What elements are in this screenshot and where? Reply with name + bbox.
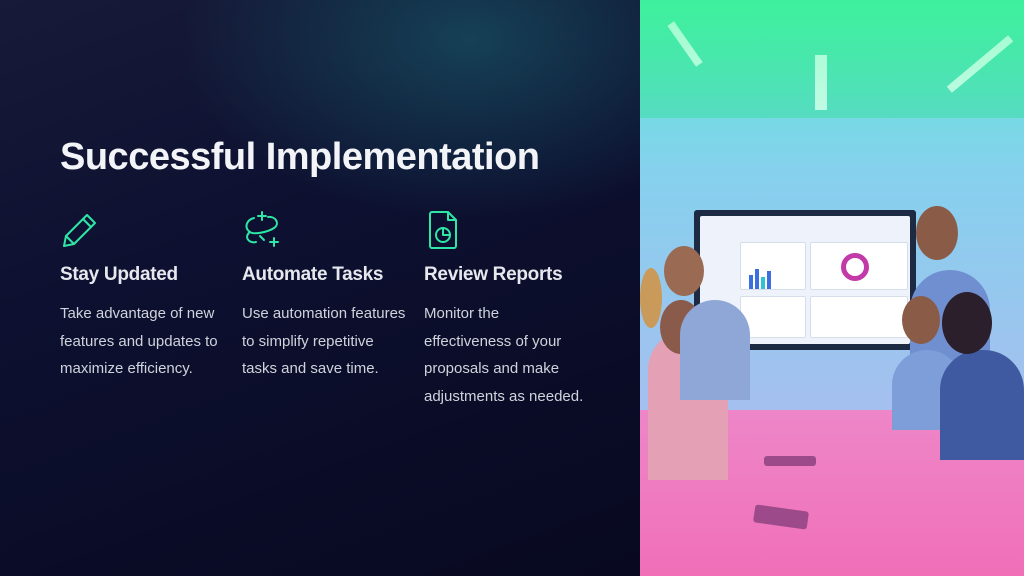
feature-description: Use automation features to simplify repe… bbox=[242, 305, 406, 377]
person bbox=[640, 268, 662, 328]
feature-review-reports: Review Reports Monitor the effectiveness… bbox=[424, 210, 589, 410]
presentation-slide: Successful Implementation Stay Updated T… bbox=[0, 0, 1024, 576]
feature-description: Take advantage of new features and updat… bbox=[60, 305, 218, 377]
report-document-icon bbox=[429, 211, 457, 249]
team-meeting-photo bbox=[640, 0, 1024, 576]
person bbox=[942, 292, 992, 354]
feature-description: Monitor the effectiveness of your propos… bbox=[424, 305, 584, 405]
feature-automate-tasks: Automate Tasks Use automation features t… bbox=[242, 210, 407, 383]
phone bbox=[764, 456, 816, 466]
feature-heading: Review Reports bbox=[424, 264, 563, 285]
sparkle-automation-icon bbox=[245, 211, 279, 247]
feature-heading: Stay Updated bbox=[60, 264, 178, 285]
feature-stay-updated: Stay Updated Take advantage of new featu… bbox=[60, 210, 225, 383]
person bbox=[664, 246, 704, 296]
person bbox=[902, 296, 940, 344]
content-panel: Successful Implementation Stay Updated T… bbox=[0, 0, 640, 576]
slide-title: Successful Implementation bbox=[60, 136, 540, 178]
person bbox=[916, 206, 958, 260]
feature-heading: Automate Tasks bbox=[242, 264, 384, 285]
pencil-icon bbox=[63, 214, 96, 247]
